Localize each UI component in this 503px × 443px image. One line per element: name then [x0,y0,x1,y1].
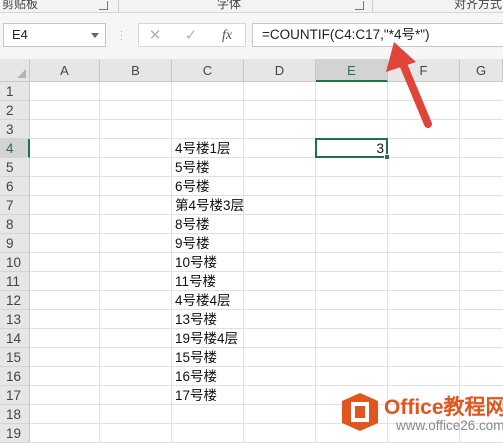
column-header-b[interactable]: B [100,59,172,82]
row-header-17[interactable]: 17 [0,386,30,405]
row-header-2[interactable]: 2 [0,101,30,120]
gridline [30,157,503,158]
watermark-url: www.office26.com [396,418,503,433]
gridline [30,214,503,215]
cell-c13[interactable]: 13号楼 [172,310,217,329]
gridline [30,176,503,177]
row-header-7[interactable]: 7 [0,196,30,215]
gridline [30,328,503,329]
row-header-8[interactable]: 8 [0,215,30,234]
cell-c15[interactable]: 15号楼 [172,348,217,367]
formula-input[interactable]: =COUNTIF(C4:C17,"*4号*") [252,23,503,47]
ribbon-group-labels: 剪贴板 字体 对齐方式 [0,0,503,13]
cell-c12[interactable]: 4号楼4层 [172,291,231,310]
gridline [30,195,503,196]
cell-c9[interactable]: 9号楼 [172,234,210,253]
row-header-12[interactable]: 12 [0,291,30,310]
ribbon-group-clipboard: 剪贴板 [2,0,39,11]
gridline [315,82,316,442]
cell-c4[interactable]: 4号楼1层 [172,139,231,158]
ribbon-group-alignment: 对齐方式 [454,0,503,11]
cell-c10[interactable]: 10号楼 [172,253,217,272]
ribbon-separator [118,0,119,12]
row-header-10[interactable]: 10 [0,253,30,272]
row-header-9[interactable]: 9 [0,234,30,253]
cell-c17[interactable]: 17号楼 [172,386,217,405]
column-header-c[interactable]: C [172,59,244,82]
cell-c8[interactable]: 8号楼 [172,215,210,234]
cell-c7[interactable]: 第4号楼3层 [172,196,244,215]
select-all-triangle-icon [17,69,26,78]
name-box[interactable]: E4 [3,23,106,47]
row-header-11[interactable]: 11 [0,272,30,291]
row-header-19[interactable]: 19 [0,424,30,443]
ribbon-group-font: 字体 [217,0,242,11]
watermark: Office教程网 www.office26.com [336,387,503,442]
name-box-value: E4 [12,27,28,42]
font-dialog-launcher-icon[interactable] [355,1,364,10]
gridline [30,252,503,253]
row-header-18[interactable]: 18 [0,405,30,424]
formula-buttons: ✕ ✓ fx [138,23,246,47]
cell-c14[interactable]: 19号楼4层 [172,329,238,348]
row-header-16[interactable]: 16 [0,367,30,386]
watermark-title: Office教程网 [384,396,503,419]
gridline [30,309,503,310]
column-header-d[interactable]: D [244,59,316,82]
column-header-e[interactable]: E [316,59,388,82]
cancel-icon[interactable]: ✕ [143,26,167,46]
row-header-14[interactable]: 14 [0,329,30,348]
office-logo-icon [342,393,378,431]
select-all-button[interactable] [0,59,30,82]
row-header-3[interactable]: 3 [0,120,30,139]
cell-c5[interactable]: 5号楼 [172,158,210,177]
row-header-6[interactable]: 6 [0,177,30,196]
gridline [30,385,503,386]
ribbon-separator [372,0,373,12]
name-box-dropdown-icon[interactable] [91,33,99,38]
row-header-4[interactable]: 4 [0,139,30,158]
formula-bar-grip-icon[interactable]: · · · [120,27,123,44]
gridline [30,138,503,139]
row-header-5[interactable]: 5 [0,158,30,177]
row-header-15[interactable]: 15 [0,348,30,367]
gridline [30,347,503,348]
column-header-a[interactable]: A [30,59,100,82]
cell-c11[interactable]: 11号楼 [172,272,216,291]
gridline [99,82,100,442]
gridline [30,271,503,272]
clipboard-dialog-launcher-icon[interactable] [99,1,108,10]
insert-function-icon[interactable]: fx [215,26,239,46]
enter-icon[interactable]: ✓ [179,26,203,46]
active-cell-selection [315,138,388,158]
cell-c16[interactable]: 16号楼 [172,367,217,386]
column-header-g[interactable]: G [460,59,503,82]
row-header-13[interactable]: 13 [0,310,30,329]
row-header-1[interactable]: 1 [0,82,30,101]
gridline [30,233,503,234]
annotation-arrow-icon [386,42,432,128]
cell-c6[interactable]: 6号楼 [172,177,210,196]
fill-handle[interactable] [384,154,390,160]
gridline [30,290,503,291]
gridline [243,82,244,442]
gridline [30,366,503,367]
